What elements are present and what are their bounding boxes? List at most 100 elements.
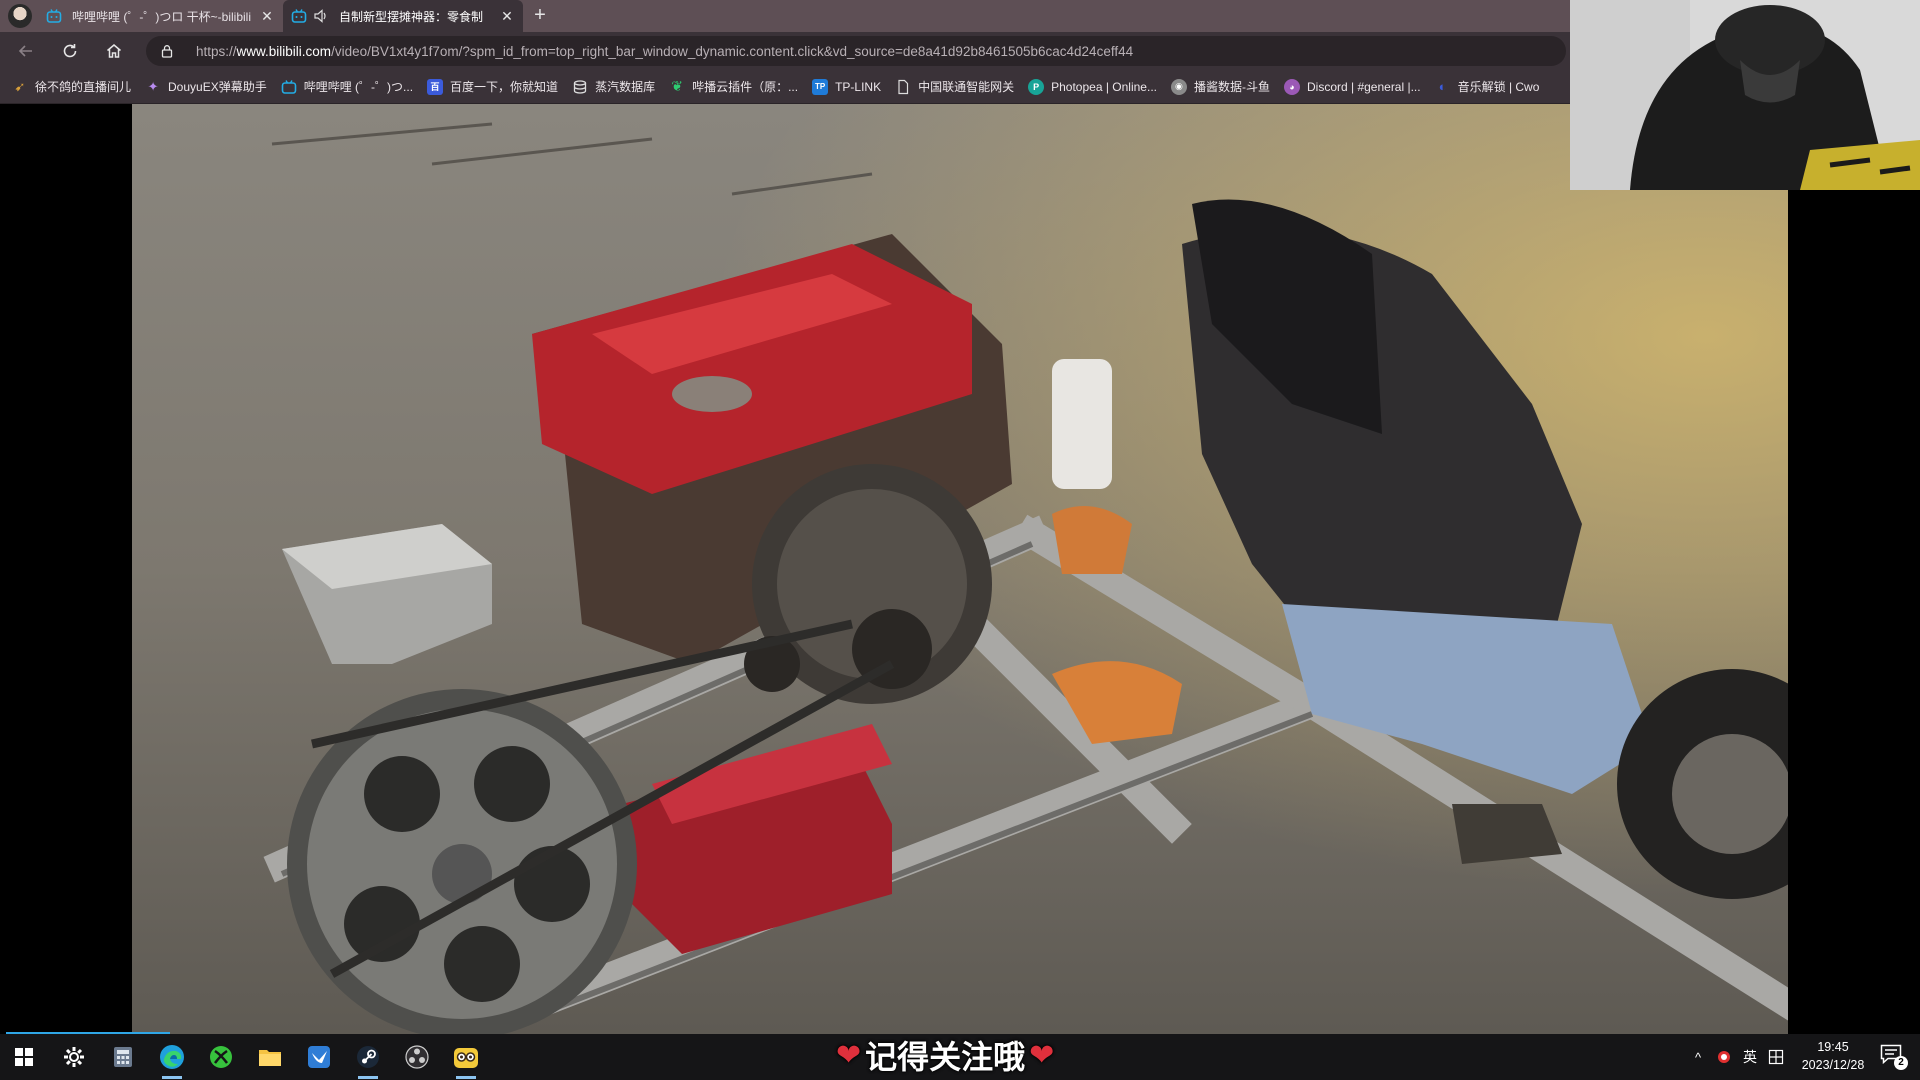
start-icon — [15, 1048, 33, 1066]
calculator-taskbar-button[interactable] — [107, 1041, 139, 1073]
bookmark-label: 哔播云插件（原：... — [692, 80, 799, 94]
obs-icon — [405, 1045, 429, 1069]
tplink-icon: TP — [812, 78, 829, 95]
bookmark-label: 音乐解锁 | Cwo — [1457, 80, 1540, 94]
webcam-overlay — [1570, 0, 1920, 190]
home-button[interactable] — [100, 37, 128, 65]
bookmark-label: 徐不鸽的直播间儿 — [35, 80, 132, 94]
heart-icon: ❤ — [836, 1037, 862, 1073]
edge-taskbar-button[interactable] — [156, 1041, 188, 1079]
speaker-icon[interactable] — [313, 8, 329, 24]
tab-title: 自制新型摆摊神器：零食制 — [339, 9, 484, 24]
clock-date: 2023/12/28 — [1801, 1058, 1865, 1072]
back-button[interactable] — [12, 37, 40, 65]
home-icon — [107, 44, 121, 58]
ime-mode-button[interactable] — [1764, 1034, 1788, 1080]
bookmark-item[interactable]: 中国联通智能网关 — [895, 78, 1014, 95]
keyboard-grid-icon — [1768, 1049, 1784, 1065]
feishu-icon — [308, 1046, 330, 1068]
url-path: /video/BV1xt4y1f7om/?spm_id_from=top_rig… — [331, 43, 1134, 59]
obs-taskbar-button[interactable] — [401, 1041, 433, 1073]
webcam-image — [1570, 0, 1920, 190]
owl-app-taskbar-button[interactable] — [450, 1041, 482, 1079]
system-clock[interactable]: 19:45 2023/12/28 — [1788, 1038, 1878, 1076]
tab-current-video[interactable]: 自制新型摆摊神器：零食制 ✕ — [283, 0, 523, 32]
settings-icon — [64, 1047, 84, 1067]
owl-app-icon — [454, 1048, 478, 1068]
back-arrow-icon — [18, 45, 32, 57]
bookmark-item[interactable]: P Photopea | Online... — [1028, 78, 1157, 95]
bookmark-item[interactable]: ✦ DouyuEX弹幕助手 — [145, 78, 267, 95]
notification-center-button[interactable]: 2 — [1880, 1044, 1908, 1070]
database-icon — [573, 79, 587, 94]
close-tab-icon[interactable]: ✕ — [259, 8, 275, 24]
url-domain: www.bilibili.com — [236, 43, 332, 59]
url-text[interactable]: https://www.bilibili.com/video/BV1xt4y1f… — [196, 44, 1133, 59]
music-icon: ◐ — [1438, 79, 1447, 94]
bookmark-label: Photopea | Online... — [1051, 79, 1157, 94]
lock-icon[interactable] — [160, 44, 174, 58]
xbox-taskbar-button[interactable] — [205, 1041, 237, 1073]
new-tab-button[interactable]: + — [528, 4, 552, 28]
bookmark-label: 蒸汽数据库 — [595, 80, 656, 94]
reload-button[interactable] — [56, 37, 84, 65]
close-tab-icon[interactable]: ✕ — [499, 8, 515, 24]
tray-app-icon[interactable] — [1712, 1034, 1736, 1080]
extension-icon: ✦ — [147, 78, 159, 94]
bookmark-label: 中国联通智能网关 — [918, 80, 1015, 94]
bookmark-item[interactable]: 哔哩哔哩 (゜-゜)つ... — [281, 78, 413, 95]
bilibili-icon — [291, 9, 307, 23]
feishu-taskbar-button[interactable] — [303, 1041, 335, 1073]
video-letterbox — [0, 104, 132, 1034]
bilibili-icon — [46, 9, 62, 23]
photopea-icon: P — [1028, 78, 1045, 95]
calculator-icon — [114, 1047, 132, 1067]
tray-status-icon — [1718, 1051, 1730, 1063]
start-button[interactable] — [8, 1041, 40, 1073]
bookmark-item[interactable]: ➹ 徐不鸽的直播间儿 — [12, 78, 131, 95]
bookmarks-bar: ➹ 徐不鸽的直播间儿 ✦ DouyuEX弹幕助手 哔哩哔哩 (゜-゜)つ... 百百… — [0, 70, 1570, 104]
bookmark-item[interactable]: TP TP-LINK — [812, 78, 882, 95]
tab-bilibili-home[interactable]: 哔哩哔哩 (゜-゜)つロ 干杯~-bilibili ✕ — [38, 0, 283, 32]
url-scheme: https:// — [196, 43, 237, 59]
heart-icon: ❤ — [1029, 1037, 1055, 1073]
stream-caption: ❤ 记得关注哦 ❤ — [832, 1035, 1058, 1077]
xbox-icon — [210, 1046, 232, 1068]
bookmark-label: 播酱数据-斗鱼 — [1193, 80, 1270, 94]
tab-title: 哔哩哔哩 (゜-゜)つロ 干杯~-bilibili — [72, 9, 251, 24]
notification-badge: 2 — [1894, 1056, 1908, 1070]
discord-icon: ◕ — [1283, 78, 1300, 95]
bilibili-icon — [281, 79, 297, 94]
globe-icon: ◉ — [1170, 78, 1187, 95]
tray-overflow-chevron[interactable]: ^ — [1688, 1034, 1708, 1080]
bookmark-item[interactable]: 百百度一下，你就知道 — [427, 78, 558, 95]
profile-avatar[interactable] — [8, 4, 32, 28]
file-explorer-icon — [259, 1050, 281, 1066]
clock-time: 19:45 — [1817, 1040, 1849, 1054]
address-bar[interactable]: https://www.bilibili.com/video/BV1xt4y1f… — [146, 36, 1566, 66]
video-frame-image — [132, 104, 1788, 1034]
steam-icon — [357, 1046, 379, 1068]
bookmark-item[interactable]: ◉ 播酱数据-斗鱼 — [1170, 78, 1270, 95]
bookmark-item[interactable]: ◕ Discord | #general |... — [1283, 78, 1421, 95]
pin-icon: ➹ — [14, 78, 26, 94]
bookmark-label: DouyuEX弹幕助手 — [168, 80, 267, 94]
desktop-screen: 哔哩哔哩 (゜-゜)つロ 干杯~-bilibili ✕ 自制新型摆摊神器：零食制… — [0, 0, 1920, 1080]
bookmark-item[interactable]: ❦ 哔播云插件（原：... — [669, 78, 798, 95]
reload-icon — [63, 44, 77, 58]
caption-text: 记得关注哦 — [865, 1038, 1026, 1076]
file-explorer-taskbar-button[interactable] — [254, 1041, 286, 1073]
bookmark-item[interactable]: 蒸汽数据库 — [572, 78, 655, 95]
bookmark-item[interactable]: ◐ 音乐解锁 | Cwo — [1435, 78, 1540, 95]
browser-window: 哔哩哔哩 (゜-゜)つロ 干杯~-bilibili ✕ 自制新型摆摊神器：零食制… — [0, 0, 1570, 104]
ime-indicator[interactable]: 英 — [1738, 1034, 1762, 1080]
bookmark-label: 哔哩哔哩 (゜-゜)つ... — [303, 80, 414, 94]
bookmark-label: Discord | #general |... — [1306, 79, 1421, 94]
video-player[interactable] — [132, 104, 1788, 1034]
settings-taskbar-button[interactable] — [58, 1041, 90, 1073]
tab-strip: 哔哩哔哩 (゜-゜)つロ 干杯~-bilibili ✕ 自制新型摆摊神器：零食制… — [0, 0, 1570, 32]
steam-taskbar-button[interactable] — [352, 1041, 384, 1079]
bookmark-label: TP-LINK — [835, 79, 882, 94]
baidu-icon: 百 — [427, 78, 444, 95]
edge-icon — [160, 1045, 184, 1069]
